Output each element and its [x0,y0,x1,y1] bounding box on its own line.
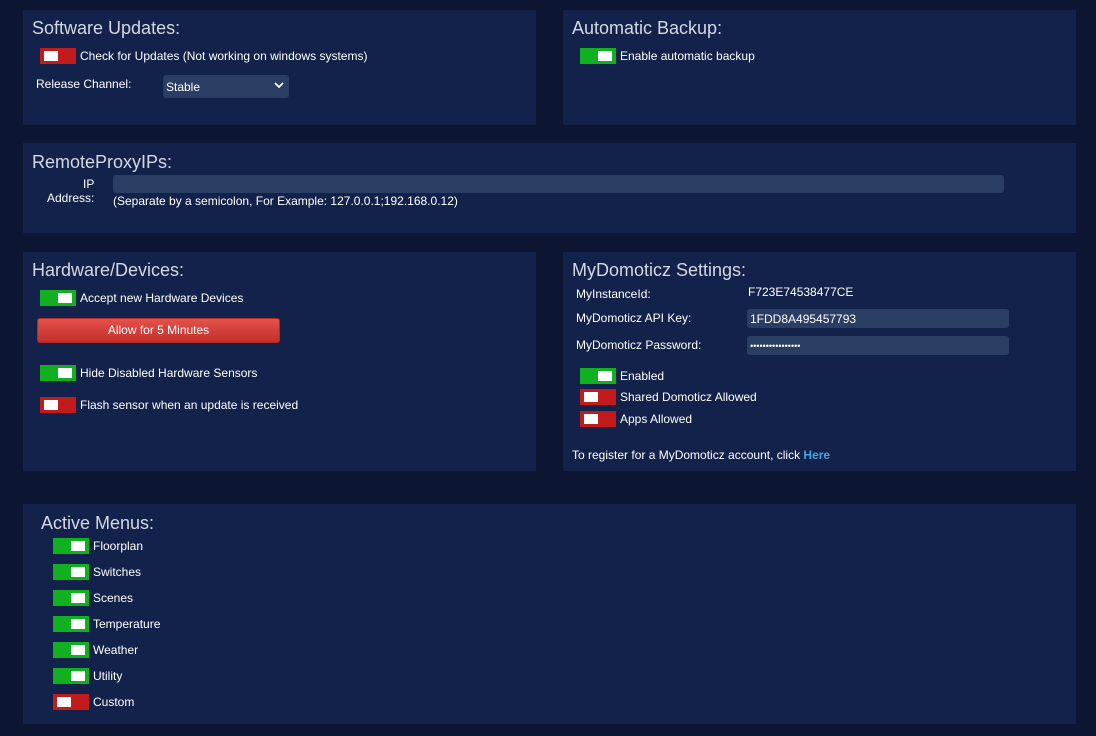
toggle-knob [58,293,72,303]
menu-label-scenes: Scenes [93,591,134,605]
remote-proxy-title: RemoteProxyIPs: [32,152,173,172]
toggle-knob [598,51,612,61]
flash-sensor-label: Flash sensor when an update is received [80,398,299,412]
menu-row: Switches [53,564,141,580]
toggle-knob [44,51,58,61]
toggle-knob [58,368,72,378]
password-label: MyDomoticz Password: [576,338,702,352]
menu-toggle-floorplan[interactable] [53,538,89,554]
toggle-knob [71,645,85,655]
accept-hardware-toggle[interactable] [40,290,76,306]
register-text: To register for a MyDomoticz account, cl… [572,448,830,462]
menu-toggle-scenes[interactable] [53,590,89,606]
menu-toggle-custom[interactable] [53,694,89,710]
toggle-knob [71,671,85,681]
menu-label-temperature: Temperature [93,617,161,631]
mydomoticz-title: MyDomoticz Settings: [572,260,747,280]
menu-toggle-temperature[interactable] [53,616,89,632]
active-menus-title: Active Menus: [41,513,155,533]
apps-allowed-toggle[interactable] [580,411,616,427]
hide-disabled-toggle[interactable] [40,365,76,381]
menu-label-custom: Custom [93,695,135,709]
shared-domoticz-toggle[interactable] [580,389,616,405]
automatic-backup-panel: Automatic Backup: Enable automatic backu… [563,10,1076,125]
password-input[interactable]: •••••••••••••••• [747,336,1009,355]
hide-disabled-label: Hide Disabled Hardware Sensors [80,366,258,380]
software-updates-title: Software Updates: [32,18,181,38]
ip-address-hint: (Separate by a semicolon, For Example: 1… [113,194,458,208]
toggle-knob [71,593,85,603]
menu-label-utility: Utility [93,669,123,683]
mydomoticz-enabled-toggle[interactable] [580,368,616,384]
menu-label-switches: Switches [93,565,142,579]
menu-toggle-utility[interactable] [53,668,89,684]
register-here-link[interactable]: Here [803,448,830,462]
mydomoticz-panel: MyDomoticz Settings: MyInstanceId: F723E… [563,252,1076,471]
api-key-input[interactable]: 1FDD8A495457793 [747,309,1009,328]
automatic-backup-title: Automatic Backup: [572,18,723,38]
instance-id-value: F723E74538477CE [748,285,854,299]
menu-row: Weather [53,642,138,658]
menu-row: Utility [53,668,122,684]
apps-allowed-label: Apps Allowed [620,412,693,426]
flash-sensor-toggle[interactable] [40,397,76,413]
toggle-knob [57,697,71,707]
toggle-knob [44,400,58,410]
release-channel-select[interactable]: Stable [163,75,289,98]
toggle-knob [71,567,85,577]
menu-label-weather: Weather [93,643,139,657]
ip-address-label-line1: IP [83,177,95,191]
hardware-devices-panel: Hardware/Devices: Accept new Hardware De… [23,252,536,471]
menu-row: Temperature [53,616,160,632]
toggle-knob [598,371,612,381]
menu-row: Scenes [53,590,133,606]
toggle-knob [584,414,598,424]
toggle-knob [584,392,598,402]
menu-toggle-switches[interactable] [53,564,89,580]
ip-address-input[interactable] [113,175,1004,193]
remote-proxy-panel: RemoteProxyIPs: IP Address: (Separate by… [23,143,1076,233]
accept-hardware-label: Accept new Hardware Devices [80,291,244,305]
active-menus-panel: Active Menus: Floorplan Switches Scenes Tem… [23,504,1076,724]
mydomoticz-enabled-label: Enabled [620,369,665,383]
release-channel-label: Release Channel: [36,77,132,91]
chevron-down-icon [274,82,284,89]
check-updates-toggle[interactable] [40,48,76,64]
toggle-knob [71,619,85,629]
shared-domoticz-label: Shared Domoticz Allowed [620,390,757,404]
check-updates-label: Check for Updates (Not working on window… [80,49,368,63]
menu-row: Custom [53,694,134,710]
release-channel-value: Stable [166,80,201,94]
toggle-knob [71,541,85,551]
enable-backup-label: Enable automatic backup [620,49,755,63]
hardware-devices-title: Hardware/Devices: [32,260,185,280]
menu-row: Floorplan [53,538,143,554]
menu-label-floorplan: Floorplan [93,539,144,553]
enable-backup-toggle[interactable] [580,48,616,64]
software-updates-panel: Software Updates: Check for Updates (Not… [23,10,536,125]
register-prompt: To register for a MyDomoticz account, cl… [572,448,801,462]
api-key-label: MyDomoticz API Key: [576,311,692,325]
allow-5-minutes-button[interactable]: Allow for 5 Minutes [37,318,280,343]
menu-toggle-weather[interactable] [53,642,89,658]
instance-id-label: MyInstanceId: [576,287,651,301]
ip-address-label-line2: Address: [47,191,95,205]
